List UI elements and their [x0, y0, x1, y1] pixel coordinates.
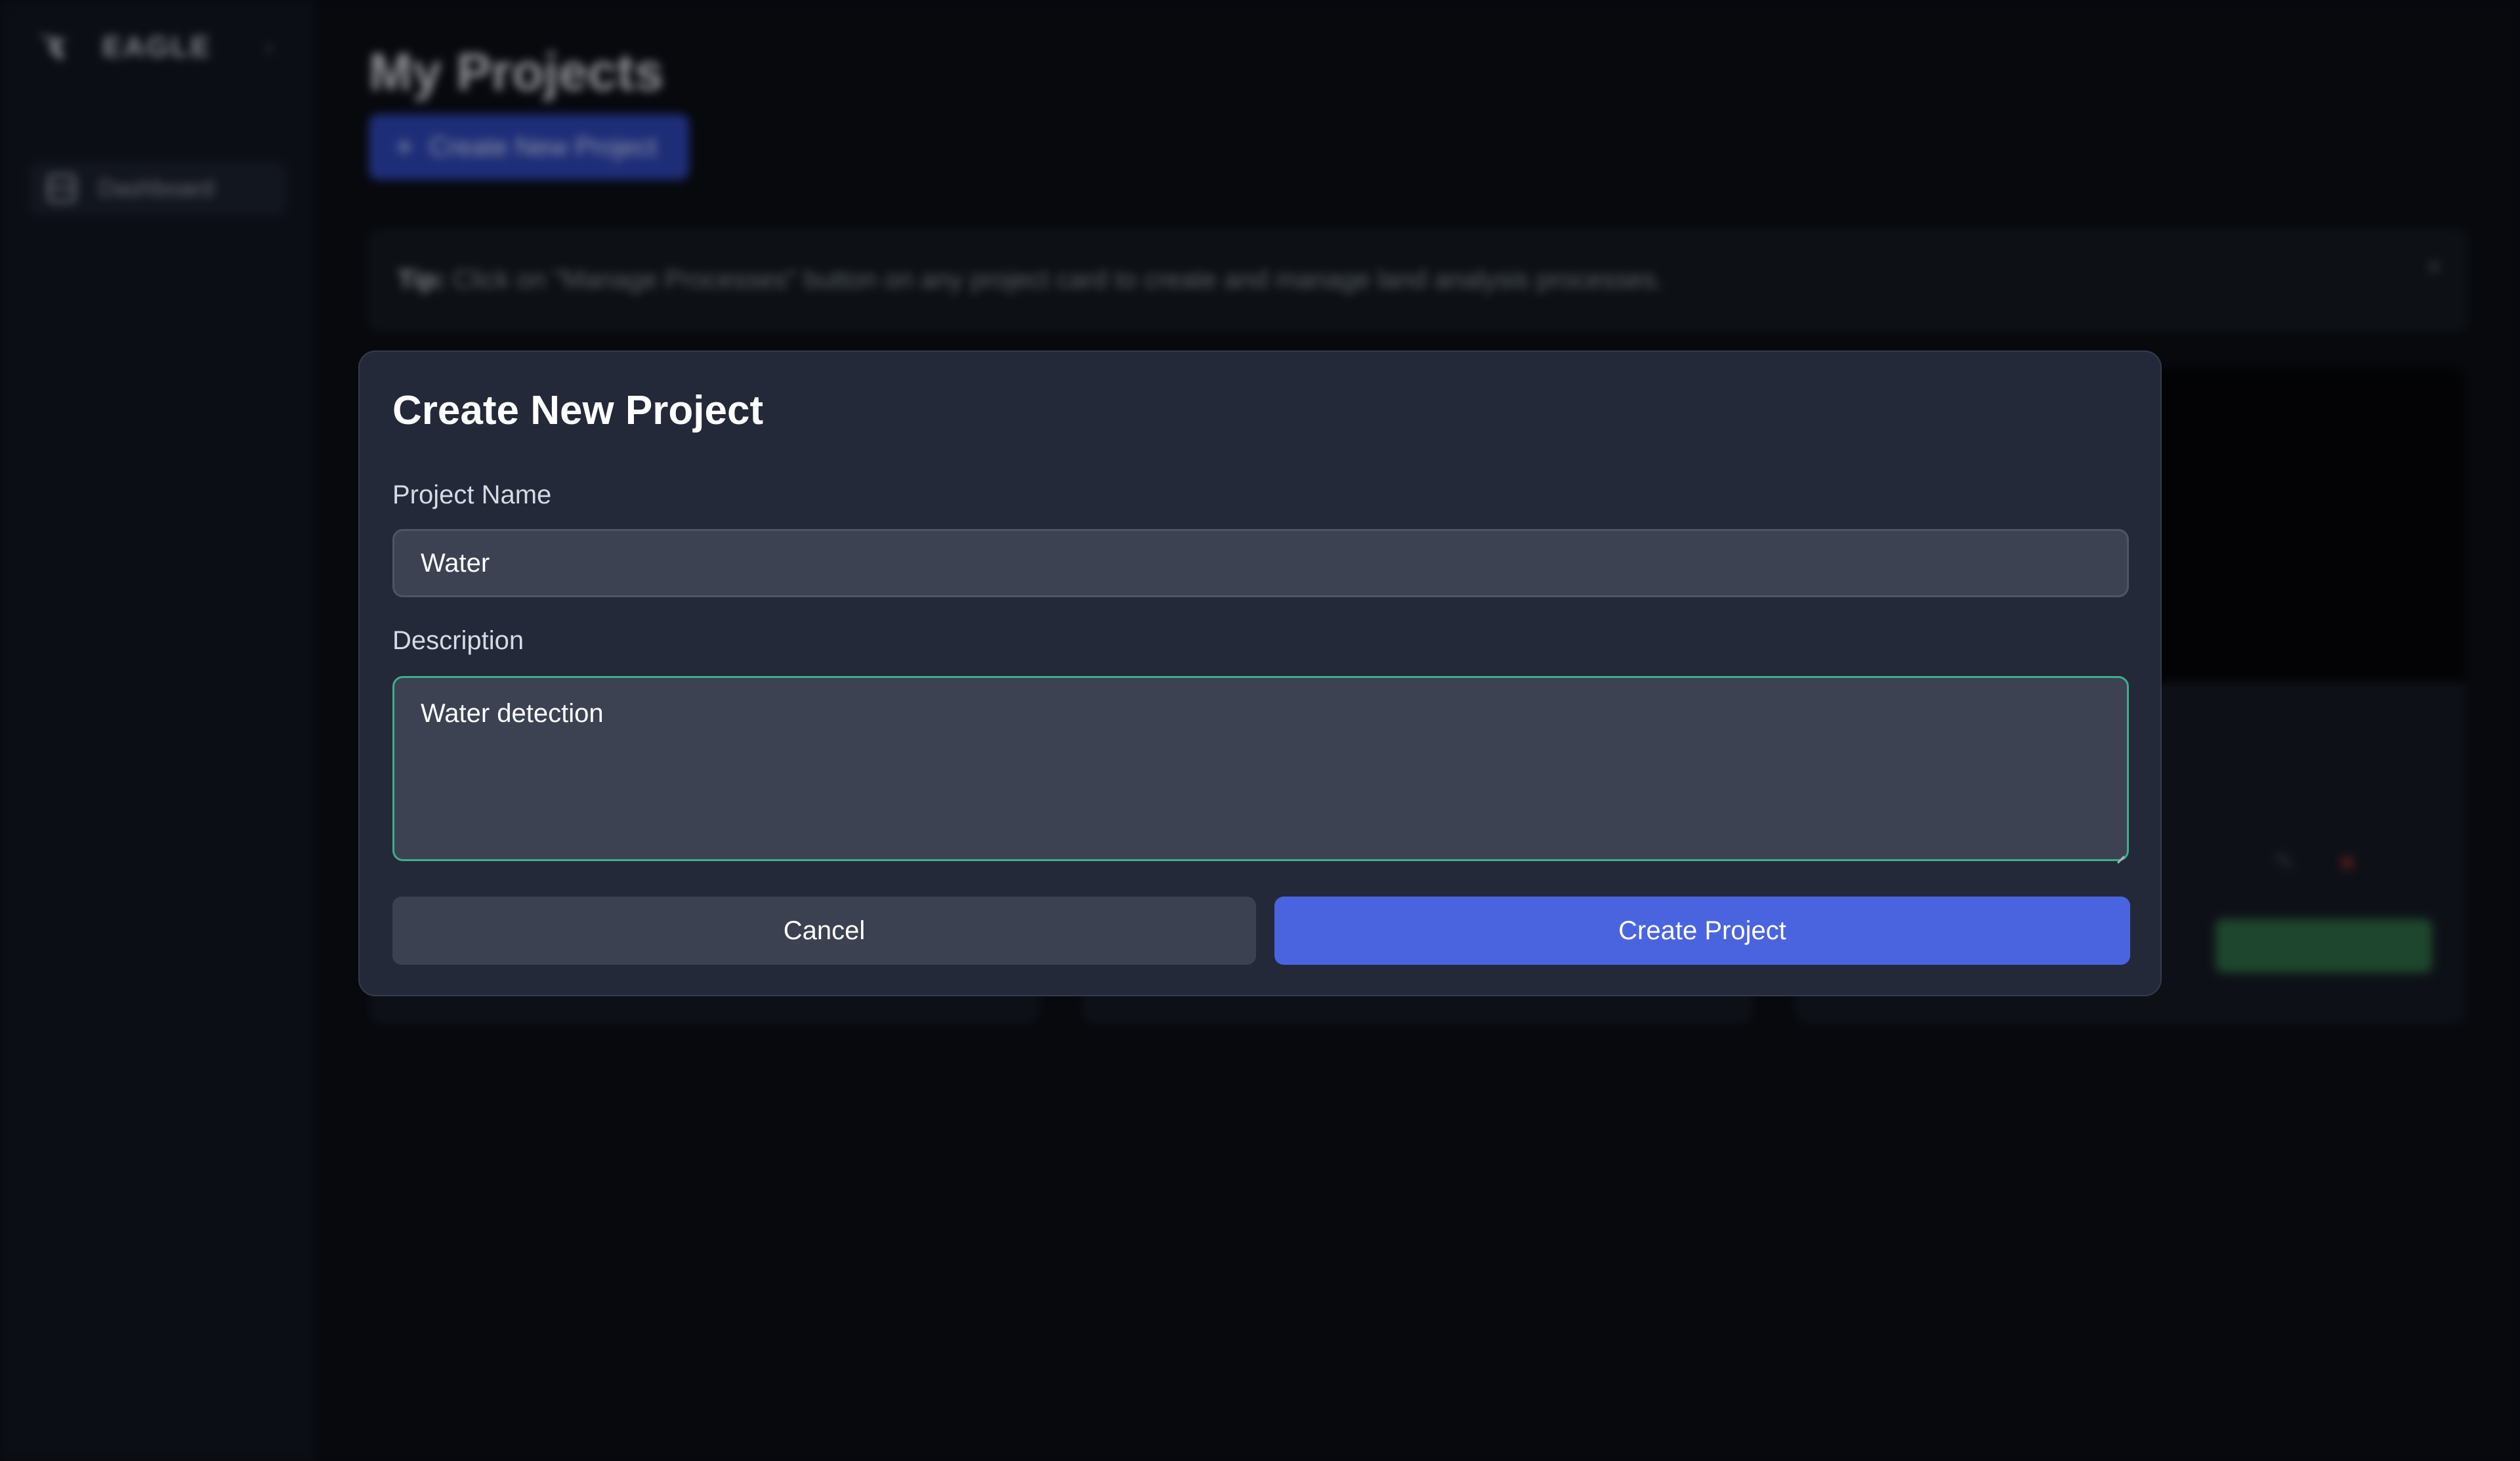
resize-handle-icon[interactable]	[2116, 848, 2125, 857]
project-name-input[interactable]	[392, 529, 2129, 597]
create-project-button[interactable]: Create Project	[1274, 897, 2130, 965]
description-label: Description	[392, 626, 524, 655]
cancel-button[interactable]: Cancel	[392, 897, 1256, 965]
project-name-label: Project Name	[392, 480, 552, 509]
description-textarea[interactable]: Water detection	[392, 676, 2129, 861]
create-project-modal: Create New Project Project Name Descript…	[358, 350, 2162, 996]
modal-title: Create New Project	[392, 388, 764, 433]
